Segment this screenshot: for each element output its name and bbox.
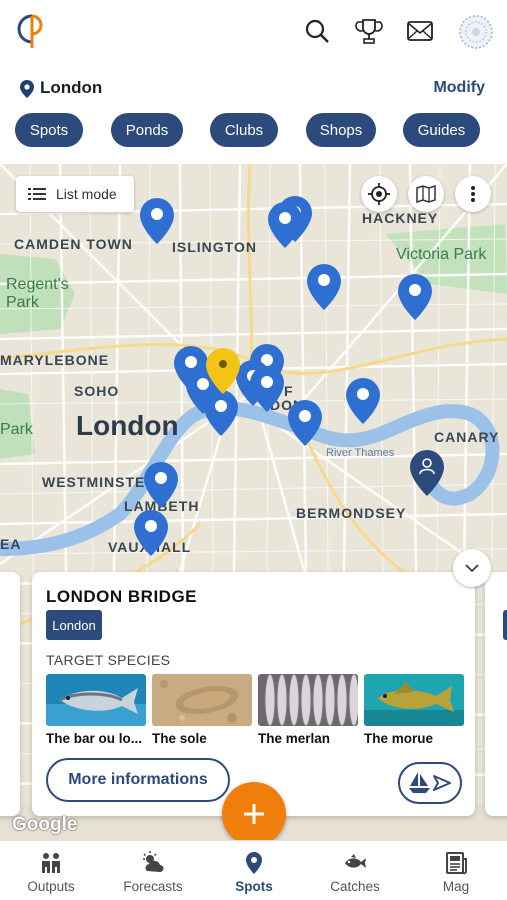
spot-marker[interactable] (134, 510, 168, 556)
spot-card[interactable]: LONDON BRIDGE London TARGET SPECIES The … (32, 572, 475, 816)
nav-catches[interactable]: Catches (310, 841, 400, 900)
location-pin-icon (246, 852, 262, 874)
sea-bass-image (46, 674, 146, 726)
nav-forecasts-label: Forecasts (123, 879, 183, 894)
species-item[interactable]: The morue (364, 674, 464, 746)
nav-catches-label: Catches (330, 879, 380, 894)
filter-clubs[interactable]: Clubs (210, 113, 278, 147)
spot-marker[interactable] (250, 366, 284, 412)
navigate-boat-button[interactable] (398, 762, 462, 804)
map-label-regents-park-2: Park (6, 294, 39, 311)
map-label-islington: ISLINGTON (172, 239, 257, 255)
nav-forecasts[interactable]: Forecasts (108, 841, 198, 900)
species-name: The bar ou lo... (46, 731, 143, 746)
nav-spots[interactable]: Spots (209, 841, 299, 900)
next-spot-card[interactable] (485, 572, 507, 816)
crosshair-icon (368, 183, 390, 205)
map-icon (416, 185, 436, 203)
sailboat-icon (409, 772, 451, 793)
map-label-london: London (76, 410, 179, 441)
map-label-camden: CAMDEN TOWN (14, 236, 133, 252)
avatar[interactable] (458, 14, 494, 50)
spot-city-badge: London (46, 610, 102, 640)
spot-title: LONDON BRIDGE (46, 587, 197, 606)
newspaper-icon (446, 852, 467, 875)
more-vertical-icon (471, 186, 475, 202)
previous-spot-card[interactable] (0, 572, 20, 816)
spot-marker[interactable] (204, 390, 238, 436)
add-button[interactable] (222, 782, 286, 846)
map-label-canary: CANARY (434, 429, 500, 445)
filter-guides[interactable]: Guides (403, 113, 480, 147)
location-pin-icon (20, 80, 34, 98)
guide-marker[interactable] (410, 450, 444, 496)
map-label-westminster: WESTMINSTE (42, 474, 146, 490)
spot-marker[interactable] (307, 264, 341, 310)
species-name: The merlan (258, 731, 331, 746)
bottom-navigation: Outputs Forecasts Spots Catches Mag (0, 840, 507, 900)
plus-icon (244, 804, 264, 824)
current-city: London (40, 78, 103, 97)
people-icon (42, 853, 60, 873)
map-view[interactable]: HACKNEY CAMDEN TOWN ISLINGTON Victoria P… (0, 164, 507, 840)
my-location-button[interactable] (361, 176, 397, 212)
map-label-victoria-park: Victoria Park (396, 246, 487, 263)
species-item[interactable]: The merlan (258, 674, 358, 746)
filter-ponds[interactable]: Ponds (111, 113, 183, 147)
trophy-icon[interactable] (354, 16, 384, 46)
location-bar: London Modify (0, 66, 507, 110)
nav-mag[interactable]: Mag (411, 841, 501, 900)
spot-marker[interactable] (268, 202, 302, 248)
nav-spots-label: Spots (235, 879, 273, 894)
nav-mag-label: Mag (442, 879, 470, 894)
more-options-button[interactable] (455, 176, 491, 212)
target-species-label: TARGET SPECIES (46, 652, 171, 668)
spot-marker[interactable] (140, 198, 174, 244)
spot-marker[interactable] (288, 400, 322, 446)
map-label-marylebone: MARYLEBONE (0, 352, 110, 368)
map-label-ea: EA (0, 536, 22, 552)
map-label-regents-park: Regent's (6, 276, 69, 293)
species-name: The sole (152, 731, 207, 746)
weather-icon (143, 851, 164, 872)
species-item[interactable]: The sole (152, 674, 252, 746)
list-mode-label: List mode (56, 186, 117, 202)
nav-outputs-label: Outputs (27, 879, 75, 894)
collapse-card-button[interactable] (453, 549, 491, 587)
mail-icon[interactable] (405, 16, 435, 46)
list-icon (28, 188, 46, 200)
map-label-park: Park (0, 421, 33, 438)
species-item[interactable]: The bar ou lo... (46, 674, 146, 746)
map-label-soho: SOHO (74, 383, 120, 399)
modify-location-link[interactable]: Modify (433, 79, 485, 97)
cod-image (364, 674, 464, 726)
filter-shops[interactable]: Shops (306, 113, 376, 147)
whiting-image (258, 674, 358, 726)
cp-logo-icon[interactable] (16, 12, 48, 50)
selected-spot-marker[interactable] (206, 348, 240, 394)
spot-marker[interactable] (346, 378, 380, 424)
map-layers-button[interactable] (408, 176, 444, 212)
next-card-badge (503, 610, 507, 640)
spot-marker[interactable] (144, 462, 178, 508)
chevron-down-icon (465, 563, 479, 572)
more-informations-button[interactable]: More informations (46, 758, 230, 802)
map-label-river: River Thames (326, 447, 395, 459)
google-attribution: Google (12, 814, 78, 835)
map-label-bermondsey: BERMONDSEY (296, 505, 407, 521)
fish-icon (345, 854, 366, 868)
sole-image (152, 674, 252, 726)
app-header (0, 0, 507, 66)
list-mode-button[interactable]: List mode (16, 176, 134, 212)
search-icon[interactable] (302, 16, 332, 46)
nav-outputs[interactable]: Outputs (6, 841, 96, 900)
spot-marker[interactable] (398, 274, 432, 320)
map-label-hackney: HACKNEY (362, 210, 439, 226)
species-name: The morue (364, 731, 434, 746)
category-filters: Spots Ponds Clubs Shops Guides (0, 113, 507, 151)
filter-spots[interactable]: Spots (15, 113, 83, 147)
